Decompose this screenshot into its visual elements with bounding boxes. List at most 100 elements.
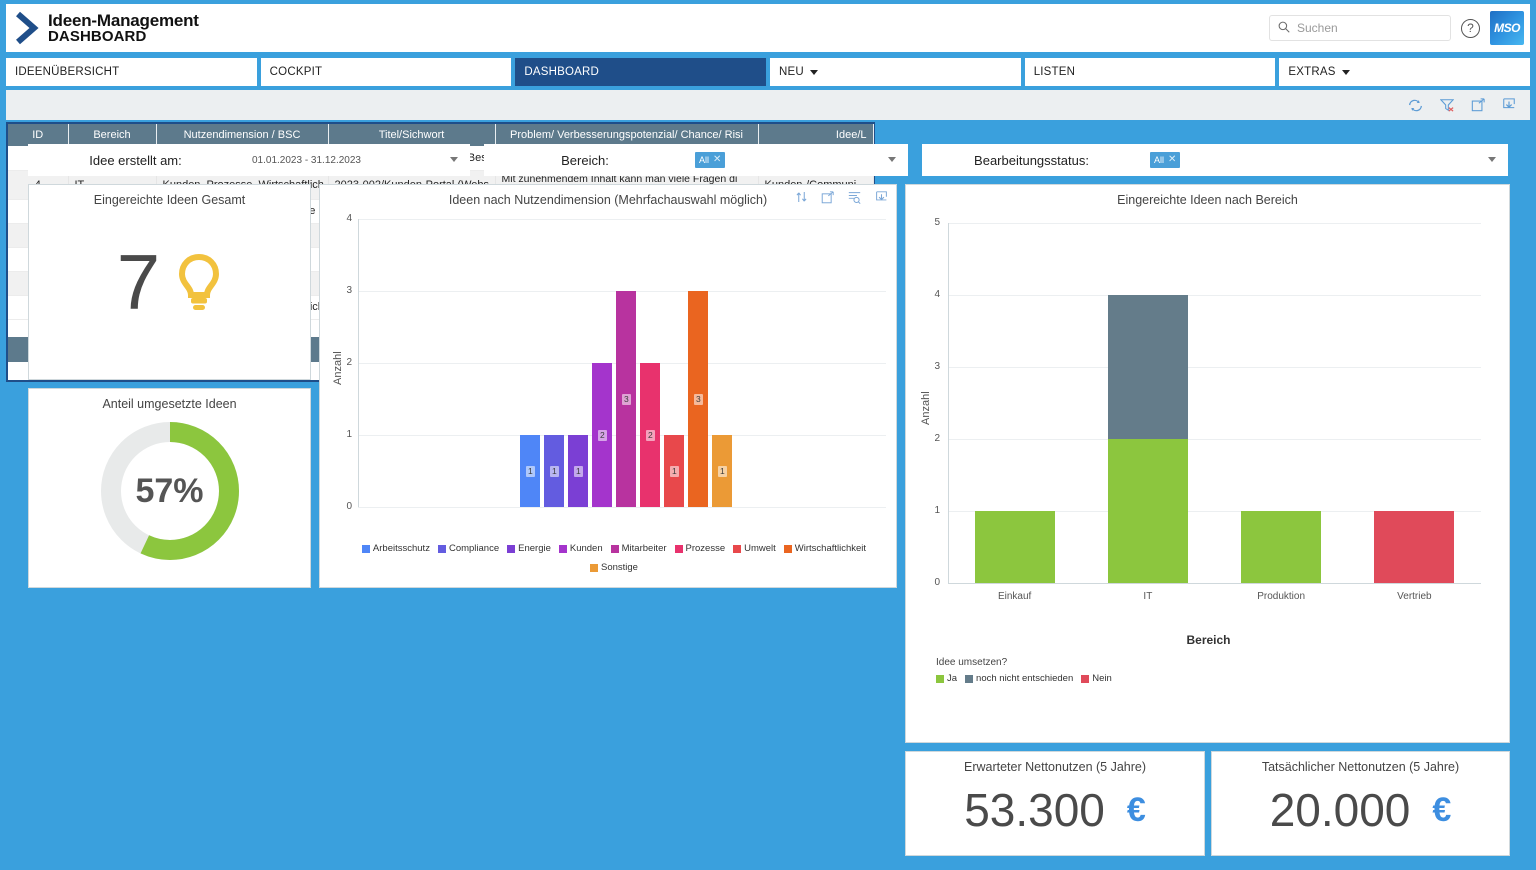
legend-item[interactable]: Umwelt [733, 543, 776, 554]
fullscreen-icon[interactable] [1471, 98, 1485, 112]
legend-item[interactable]: Wirtschaftlichkeit [784, 543, 866, 554]
main-nav: IDEENÜBERSICHT COCKPIT DASHBOARD NEU LIS… [6, 58, 1530, 86]
chevron-right-icon [14, 11, 40, 45]
y-tick-label: 0 [334, 501, 352, 512]
tab-label: LISTEN [1034, 66, 1075, 78]
legend-item[interactable]: Prozesse [675, 543, 726, 554]
col-nutzendimension[interactable]: Nutzendimension / BSC [156, 124, 328, 146]
fullscreen-icon[interactable] [821, 191, 834, 207]
legend-item[interactable]: Kunden [559, 543, 603, 554]
download-icon[interactable] [875, 191, 888, 207]
bar-segment[interactable] [1241, 511, 1321, 583]
legend-item[interactable]: Compliance [438, 543, 499, 554]
legend-label: Nein [1092, 673, 1112, 684]
chevron-down-icon [888, 157, 896, 162]
x-axis-title: Bereich [906, 633, 1511, 647]
chart-plot-area: Anzahl01234111232131 [320, 209, 898, 549]
bar-segment[interactable] [1374, 511, 1454, 583]
card-erwarteter-nettonutzen[interactable]: Erwarteter Nettonutzen (5 Jahre) 53.300 … [905, 751, 1205, 856]
legend-swatch [590, 564, 598, 572]
y-axis-line [358, 219, 359, 507]
tab-listen[interactable]: LISTEN [1025, 58, 1276, 86]
clear-filter-icon[interactable] [1440, 98, 1454, 112]
filter-value-erstellt-am[interactable]: 01.01.2023 - 31.12.2023 [243, 144, 470, 176]
filter-chip-bearbeitungsstatus[interactable]: All ✕ [1150, 152, 1180, 168]
bar-segment[interactable] [975, 511, 1055, 583]
kpi-value-total: 7 [117, 243, 160, 321]
y-tick-label: 2 [922, 433, 940, 444]
chip-label: All [699, 155, 709, 165]
y-axis-line [948, 223, 949, 583]
gridline [358, 507, 886, 508]
bar-segment[interactable] [1108, 439, 1188, 583]
col-id[interactable]: ID [8, 124, 68, 146]
tab-label: EXTRAS [1288, 66, 1335, 78]
legend-item[interactable]: Mitarbeiter [611, 543, 667, 554]
card-tatsaechlicher-nettonutzen[interactable]: Tatsächlicher Nettonutzen (5 Jahre) 20.0… [1211, 751, 1510, 856]
legend-item[interactable]: Nein [1081, 673, 1112, 684]
filter-chip-bereich[interactable]: All ✕ [695, 152, 725, 168]
chart-toolbar [796, 191, 888, 207]
card-eingereichte-ideen-gesamt[interactable]: Eingereichte Ideen Gesamt 7 [28, 184, 311, 380]
brand-title: Ideen-Management [48, 12, 199, 29]
col-titel[interactable]: Titel/Sichwort [328, 124, 495, 146]
inspect-icon[interactable] [848, 191, 861, 207]
chevron-down-icon [450, 157, 458, 162]
card-anteil-umgesetzte-ideen[interactable]: Anteil umgesetzte Ideen 57% [28, 388, 311, 588]
tab-cockpit[interactable]: COCKPIT [261, 58, 512, 86]
gridline [948, 223, 1481, 224]
legend-swatch [936, 675, 944, 683]
col-idee[interactable]: Idee/L [758, 124, 873, 146]
legend-item[interactable]: Energie [507, 543, 551, 554]
filter-value-bearbeitungsstatus[interactable]: All ✕ [1141, 144, 1508, 176]
legend-title: Idee umsetzen? [936, 657, 1007, 668]
tab-ideenuebersicht[interactable]: IDEENÜBERSICHT [6, 58, 257, 86]
search-input[interactable]: Suchen [1269, 15, 1451, 41]
y-tick-label: 4 [922, 289, 940, 300]
chart-legend: Ja noch nicht entschieden Nein [936, 673, 1112, 684]
legend-label: Ja [947, 673, 957, 684]
gridline [948, 367, 1481, 368]
search-placeholder: Suchen [1297, 21, 1338, 35]
download-icon[interactable] [1502, 98, 1516, 112]
y-tick-label: 4 [334, 213, 352, 224]
legend-item[interactable]: noch nicht entschieden [965, 673, 1073, 684]
help-icon[interactable]: ? [1461, 19, 1480, 38]
tab-dashboard[interactable]: DASHBOARD [515, 58, 766, 86]
filter-label-erstellt-am: Idee erstellt am: [28, 144, 243, 176]
legend-item[interactable]: Arbeitsschutz [362, 543, 430, 554]
y-tick-label: 1 [334, 429, 352, 440]
y-tick-label: 5 [922, 217, 940, 228]
y-tick-label: 1 [922, 505, 940, 516]
legend-label: Kunden [570, 543, 603, 554]
chart-ideen-nach-nutzendimension[interactable]: Ideen nach Nutzendimension (Mehrfachausw… [319, 184, 897, 588]
refresh-icon[interactable] [1408, 99, 1423, 112]
bar-segment[interactable] [1108, 295, 1188, 439]
col-bereich[interactable]: Bereich [68, 124, 156, 146]
legend-swatch [611, 545, 619, 553]
filter-value-bereich[interactable]: All ✕ [686, 144, 908, 176]
filter-date-range: 01.01.2023 - 31.12.2023 [252, 155, 361, 166]
chart-eingereichte-ideen-nach-bereich[interactable]: Eingereichte Ideen nach Bereich Anzahl01… [905, 184, 1510, 743]
brand-subtitle: DASHBOARD [48, 29, 199, 44]
chevron-down-icon [1342, 70, 1350, 75]
close-icon[interactable]: ✕ [713, 154, 721, 165]
tab-extras[interactable]: EXTRAS [1279, 58, 1530, 86]
bar-value-label: 2 [646, 430, 655, 441]
card-title: Tatsächlicher Nettonutzen (5 Jahre) [1212, 752, 1509, 774]
mso-logo: MSO [1490, 11, 1524, 45]
sort-icon[interactable] [796, 191, 807, 207]
x-tick-label: Produktion [1231, 591, 1331, 602]
gridline [948, 439, 1481, 440]
legend-label: Energie [518, 543, 551, 554]
tab-neu[interactable]: NEU [770, 58, 1021, 86]
close-icon[interactable]: ✕ [1168, 154, 1176, 165]
legend-item[interactable]: Ja [936, 673, 957, 684]
chart-title: Eingereichte Ideen nach Bereich [906, 185, 1509, 207]
y-tick-label: 3 [334, 285, 352, 296]
col-problem[interactable]: Problem/ Verbesserungspotenzial/ Chance/… [495, 124, 758, 146]
legend-item[interactable]: Sonstige [590, 562, 638, 573]
legend-swatch [362, 545, 370, 553]
bar-value-label: 2 [598, 430, 607, 441]
y-axis-label: Anzahl [920, 391, 932, 425]
